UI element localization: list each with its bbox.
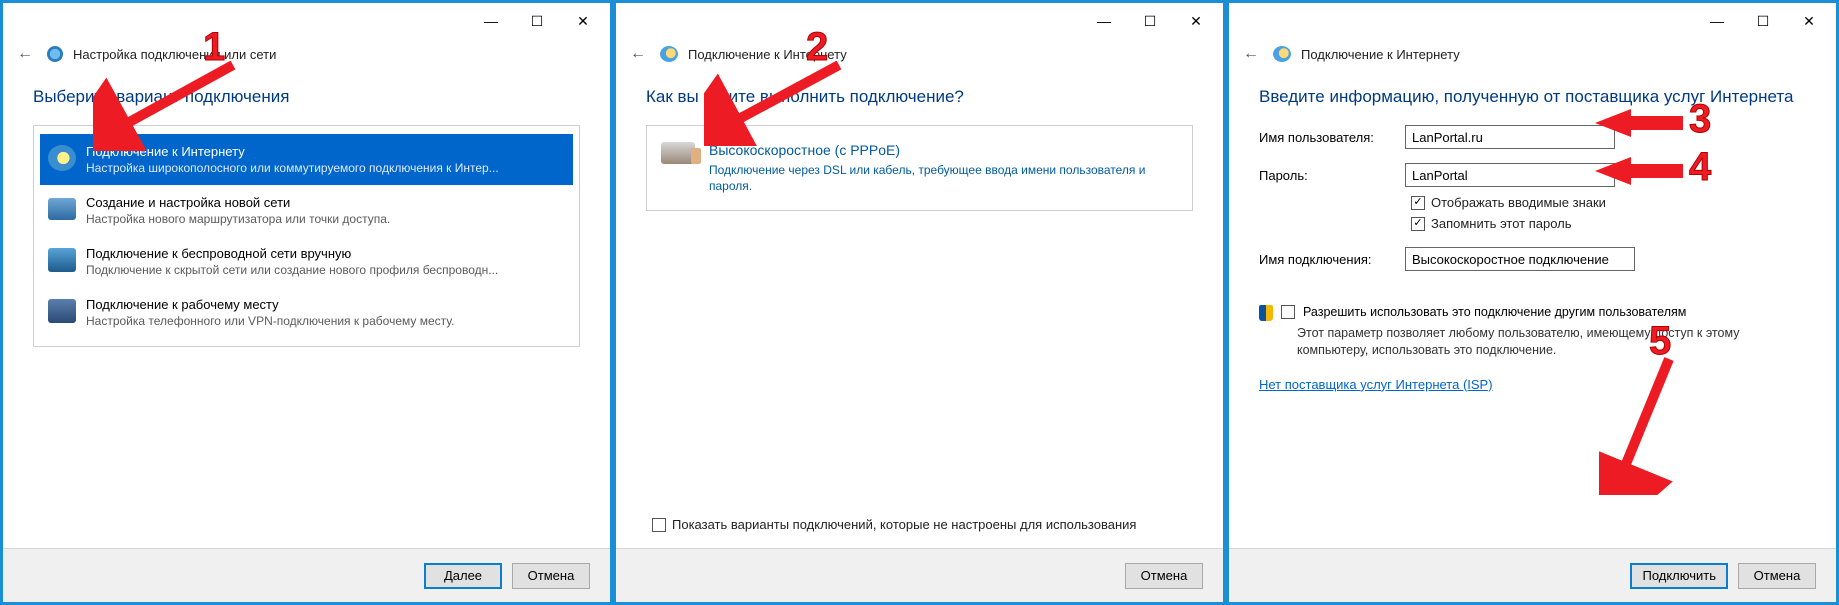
option-pppoe[interactable]: Высокоскоростное (с PPPoE) Подключение ч… bbox=[657, 136, 1182, 200]
close-button[interactable]: ✕ bbox=[1786, 6, 1832, 36]
wizard-step-3: — ☐ ✕ ← Подключение к Интернету Введите … bbox=[1226, 0, 1839, 605]
headline: Выберите вариант подключения bbox=[33, 87, 580, 107]
globe-icon bbox=[48, 145, 76, 171]
option-new-network[interactable]: Создание и настройка новой сети Настройк… bbox=[40, 185, 573, 236]
cancel-button[interactable]: Отмена bbox=[512, 563, 590, 589]
back-icon[interactable]: ← bbox=[630, 45, 650, 63]
annotation-number-2: 2 bbox=[806, 25, 828, 70]
option-manual-wifi[interactable]: Подключение к беспроводной сети вручную … bbox=[40, 236, 573, 287]
window-title: Подключение к Интернету bbox=[1301, 47, 1460, 62]
next-button[interactable]: Далее bbox=[424, 563, 502, 589]
checkbox-icon[interactable] bbox=[1281, 305, 1295, 319]
cancel-button[interactable]: Отмена bbox=[1125, 563, 1203, 589]
footer: Подключить Отмена bbox=[1229, 548, 1836, 602]
headline: Введите информацию, полученную от постав… bbox=[1259, 87, 1806, 107]
header-row: ← Подключение к Интернету bbox=[1229, 39, 1836, 69]
annotation-number-5: 5 bbox=[1649, 319, 1671, 364]
checkbox-label: Показать варианты подключений, которые н… bbox=[672, 517, 1136, 532]
isp-link[interactable]: Нет поставщика услуг Интернета (ISP) bbox=[1259, 377, 1806, 392]
modem-icon bbox=[661, 142, 695, 164]
maximize-button[interactable]: ☐ bbox=[1740, 6, 1786, 36]
annotation-arrow-4 bbox=[1595, 157, 1631, 185]
option-title: Подключение к беспроводной сети вручную bbox=[86, 246, 498, 261]
show-chars-checkbox[interactable]: Отображать вводимые знаки bbox=[1411, 195, 1806, 210]
username-row: Имя пользователя: bbox=[1259, 125, 1806, 149]
allow-others-label: Разрешить использовать это подключение д… bbox=[1303, 305, 1686, 319]
cancel-button[interactable]: Отмена bbox=[1738, 563, 1816, 589]
wizard-step-1: — ☐ ✕ ← Настройка подключения или сети В… bbox=[0, 0, 613, 605]
wifi-icon bbox=[48, 248, 76, 272]
password-label: Пароль: bbox=[1259, 168, 1405, 183]
back-icon[interactable]: ← bbox=[1243, 45, 1263, 63]
annotation-number-1: 1 bbox=[203, 25, 225, 70]
footer: Далее Отмена bbox=[3, 548, 610, 602]
maximize-button[interactable]: ☐ bbox=[1127, 6, 1173, 36]
annotation-arrow-3 bbox=[1595, 109, 1631, 137]
headline: Как вы хотите выполнить подключение? bbox=[646, 87, 1193, 107]
option-list: Подключение к Интернету Настройка широко… bbox=[33, 125, 580, 347]
minimize-button[interactable]: — bbox=[1081, 6, 1127, 36]
header-row: ← Настройка подключения или сети bbox=[3, 39, 610, 69]
annotation-number-4: 4 bbox=[1689, 145, 1711, 190]
connect-button[interactable]: Подключить bbox=[1630, 563, 1728, 589]
option-subtitle: Настройка телефонного или VPN-подключени… bbox=[86, 314, 454, 328]
allow-others-block: Разрешить использовать это подключение д… bbox=[1259, 305, 1806, 359]
wizard-step-2: — ☐ ✕ ← Подключение к Интернету Как вы х… bbox=[613, 0, 1226, 605]
option-title: Подключение к Интернету bbox=[86, 144, 499, 159]
minimize-button[interactable]: — bbox=[468, 6, 514, 36]
password-row: Пароль: bbox=[1259, 163, 1806, 187]
option-title: Высокоскоростное (с PPPoE) bbox=[709, 142, 1178, 158]
option-subtitle: Подключение к скрытой сети или создание … bbox=[86, 263, 498, 277]
checkbox-icon bbox=[1411, 217, 1425, 231]
close-button[interactable]: ✕ bbox=[1173, 6, 1219, 36]
connection-name-row: Имя подключения: bbox=[1259, 247, 1806, 271]
connection-name-label: Имя подключения: bbox=[1259, 252, 1405, 267]
header-row: ← Подключение к Интернету bbox=[616, 39, 1223, 69]
content-area: Как вы хотите выполнить подключение? Выс… bbox=[616, 69, 1223, 548]
footer: Отмена bbox=[616, 548, 1223, 602]
option-title: Подключение к рабочему месту bbox=[86, 297, 454, 312]
shield-icon bbox=[1259, 305, 1273, 321]
remember-password-checkbox[interactable]: Запомнить этот пароль bbox=[1411, 216, 1806, 231]
network-icon bbox=[47, 46, 63, 62]
option-subtitle: Настройка широкополосного или коммутируе… bbox=[86, 161, 499, 175]
titlebar: — ☐ ✕ bbox=[3, 3, 610, 39]
content-area: Выберите вариант подключения Подключение… bbox=[3, 69, 610, 548]
checkbox-label: Отображать вводимые знаки bbox=[1431, 195, 1606, 210]
show-unconfigured-checkbox[interactable]: Показать варианты подключений, которые н… bbox=[652, 517, 1193, 532]
username-label: Имя пользователя: bbox=[1259, 130, 1405, 145]
option-internet[interactable]: Подключение к Интернету Настройка широко… bbox=[40, 134, 573, 185]
password-input[interactable] bbox=[1405, 163, 1615, 187]
option-title: Создание и настройка новой сети bbox=[86, 195, 390, 210]
annotation-number-3: 3 bbox=[1689, 97, 1711, 142]
option-subtitle: Настройка нового маршрутизатора или точк… bbox=[86, 212, 390, 226]
minimize-button[interactable]: — bbox=[1694, 6, 1740, 36]
connection-name-input[interactable] bbox=[1405, 247, 1635, 271]
option-subtitle: Подключение через DSL или кабель, требую… bbox=[709, 162, 1178, 194]
titlebar: — ☐ ✕ bbox=[1229, 3, 1836, 39]
globe-icon bbox=[660, 46, 678, 62]
username-input[interactable] bbox=[1405, 125, 1615, 149]
globe-icon bbox=[1273, 46, 1291, 62]
option-workplace[interactable]: Подключение к рабочему месту Настройка т… bbox=[40, 287, 573, 338]
annotation-arrow-4-bar bbox=[1629, 164, 1683, 178]
option-list: Высокоскоростное (с PPPoE) Подключение ч… bbox=[646, 125, 1193, 211]
titlebar: — ☐ ✕ bbox=[616, 3, 1223, 39]
router-icon bbox=[48, 198, 76, 220]
checkbox-icon bbox=[652, 518, 666, 532]
content-area: Введите информацию, полученную от постав… bbox=[1229, 69, 1836, 548]
window-title: Настройка подключения или сети bbox=[73, 47, 276, 62]
annotation-arrow-3-bar bbox=[1629, 116, 1683, 130]
briefcase-icon bbox=[48, 299, 76, 323]
maximize-button[interactable]: ☐ bbox=[514, 6, 560, 36]
close-button[interactable]: ✕ bbox=[560, 6, 606, 36]
checkbox-icon bbox=[1411, 196, 1425, 210]
allow-others-description: Этот параметр позволяет любому пользоват… bbox=[1297, 325, 1806, 359]
checkbox-label: Запомнить этот пароль bbox=[1431, 216, 1572, 231]
back-icon[interactable]: ← bbox=[17, 45, 37, 63]
